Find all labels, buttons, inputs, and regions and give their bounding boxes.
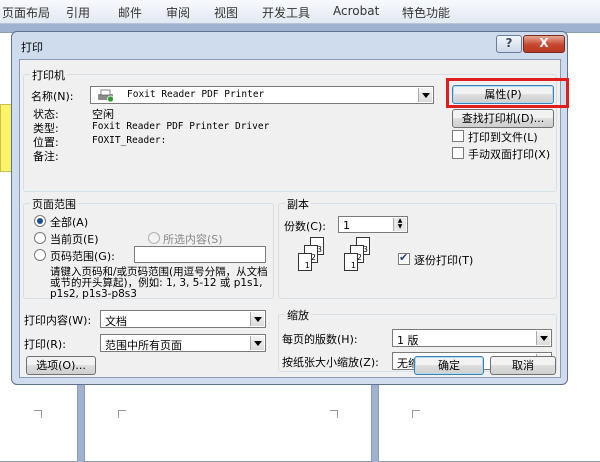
print-to-file-label[interactable]: 打印到文件(L) bbox=[468, 129, 538, 145]
options-button[interactable]: 选项(O)... bbox=[26, 356, 96, 375]
printer-icon bbox=[97, 89, 115, 105]
print-value: 范围中所有页面 bbox=[105, 339, 182, 352]
print-what-value: 文档 bbox=[105, 315, 127, 328]
page-range-input[interactable] bbox=[134, 246, 266, 263]
printer-name-label: 名称(N): bbox=[31, 90, 74, 103]
highlight-annotation-box bbox=[446, 78, 569, 108]
page-corner-mark bbox=[34, 410, 42, 418]
pages-per-sheet-value: 1 版 bbox=[397, 334, 419, 347]
range-current-radio[interactable] bbox=[34, 232, 46, 244]
range-all-label[interactable]: 全部(A) bbox=[50, 214, 88, 230]
ribbon-tab-acrobat[interactable]: Acrobat bbox=[333, 4, 379, 18]
page-corner-mark bbox=[412, 410, 420, 418]
manual-duplex-checkbox[interactable] bbox=[452, 147, 464, 159]
print-dialog: 打印 ? X 打印机 名称(N): Foxit Reader PDF Print… bbox=[11, 31, 569, 385]
print-to-file-checkbox[interactable] bbox=[452, 130, 464, 142]
copies-count-label: 份数(C): bbox=[284, 220, 326, 233]
range-pages-radio[interactable] bbox=[34, 249, 46, 261]
cancel-button[interactable]: 取消 bbox=[490, 356, 556, 375]
find-printer-button[interactable]: 查找打印机(D)... bbox=[452, 109, 554, 128]
close-button[interactable]: X bbox=[523, 35, 565, 53]
page-corner-mark bbox=[330, 410, 338, 418]
copies-count-value: 1 bbox=[343, 219, 350, 232]
range-all-radio[interactable] bbox=[34, 215, 46, 227]
page-corner-mark bbox=[118, 410, 126, 418]
where-value: FOXIT_Reader: bbox=[92, 135, 167, 146]
sheet-icon: 1 bbox=[344, 253, 358, 271]
chevron-down-icon[interactable] bbox=[536, 331, 550, 345]
range-selection-radio[interactable] bbox=[148, 232, 160, 244]
ok-button[interactable]: 确定 bbox=[414, 356, 484, 375]
chevron-down-icon[interactable] bbox=[418, 88, 432, 102]
sheet-icon: 1 bbox=[298, 253, 312, 271]
ribbon-tab-features[interactable]: 特色功能 bbox=[402, 4, 450, 21]
ribbon-tab-references[interactable]: 引用 bbox=[66, 4, 90, 21]
collate-label[interactable]: 逐份打印(T) bbox=[414, 252, 473, 268]
printer-group-label: 打印机 bbox=[30, 67, 67, 83]
dialog-titlebar[interactable]: 打印 ? X bbox=[12, 32, 567, 58]
pages-per-sheet-select[interactable]: 1 版 bbox=[392, 329, 552, 347]
print-select[interactable]: 范围中所有页面 bbox=[100, 334, 266, 352]
print-what-select[interactable]: 文档 bbox=[100, 310, 266, 328]
range-pages-label[interactable]: 页码范围(G): bbox=[50, 248, 115, 264]
zoom-group-label: 缩放 bbox=[285, 307, 311, 323]
print-what-label: 打印内容(W): bbox=[24, 314, 92, 327]
printer-name-select[interactable]: Foxit Reader PDF Printer bbox=[90, 86, 434, 104]
ribbon-tab-view[interactable]: 视图 bbox=[214, 4, 238, 21]
copies-count-spinner[interactable]: 1 ▲ ▼ bbox=[338, 216, 408, 233]
ribbon-tab-developer[interactable]: 开发工具 bbox=[262, 4, 310, 21]
ribbon-tab-review[interactable]: 审阅 bbox=[166, 4, 190, 21]
ribbon-tab-mailings[interactable]: 邮件 bbox=[118, 4, 142, 21]
ribbon-tab-page-layout[interactable]: 页面布局 bbox=[2, 4, 50, 21]
print-label: 打印(R): bbox=[24, 338, 66, 351]
collate-checkbox[interactable] bbox=[398, 251, 410, 265]
range-current-label[interactable]: 当前页(E) bbox=[50, 231, 99, 247]
pages-per-sheet-label: 每页的版数(H): bbox=[282, 333, 358, 346]
copies-group-label: 副本 bbox=[285, 196, 311, 212]
page-range-group-label: 页面范围 bbox=[30, 196, 78, 212]
dialog-title: 打印 bbox=[21, 41, 43, 54]
status-value: 空闲 bbox=[92, 108, 114, 121]
printer-name-value: Foxit Reader PDF Printer bbox=[127, 89, 265, 100]
page-range-hint: 请键入页码和/或页码范围(用逗号分隔，从文档或节的开头算起)，例如: 1, 3,… bbox=[50, 266, 268, 300]
scale-label: 按纸张大小缩放(Z): bbox=[282, 356, 379, 369]
type-value: Foxit Reader PDF Printer Driver bbox=[92, 121, 270, 132]
spin-arrows-icon[interactable]: ▲ ▼ bbox=[393, 218, 406, 231]
range-selection-label[interactable]: 所选内容(S) bbox=[163, 231, 223, 247]
ribbon-tabs-bar: 页面布局 引用 邮件 审阅 视图 开发工具 Acrobat 特色功能 bbox=[0, 0, 600, 24]
manual-duplex-label[interactable]: 手动双面打印(X) bbox=[468, 146, 550, 162]
help-button[interactable]: ? bbox=[496, 35, 522, 53]
comment-label: 备注: bbox=[33, 150, 59, 163]
chevron-down-icon[interactable] bbox=[250, 336, 264, 350]
chevron-down-icon[interactable] bbox=[250, 312, 264, 326]
